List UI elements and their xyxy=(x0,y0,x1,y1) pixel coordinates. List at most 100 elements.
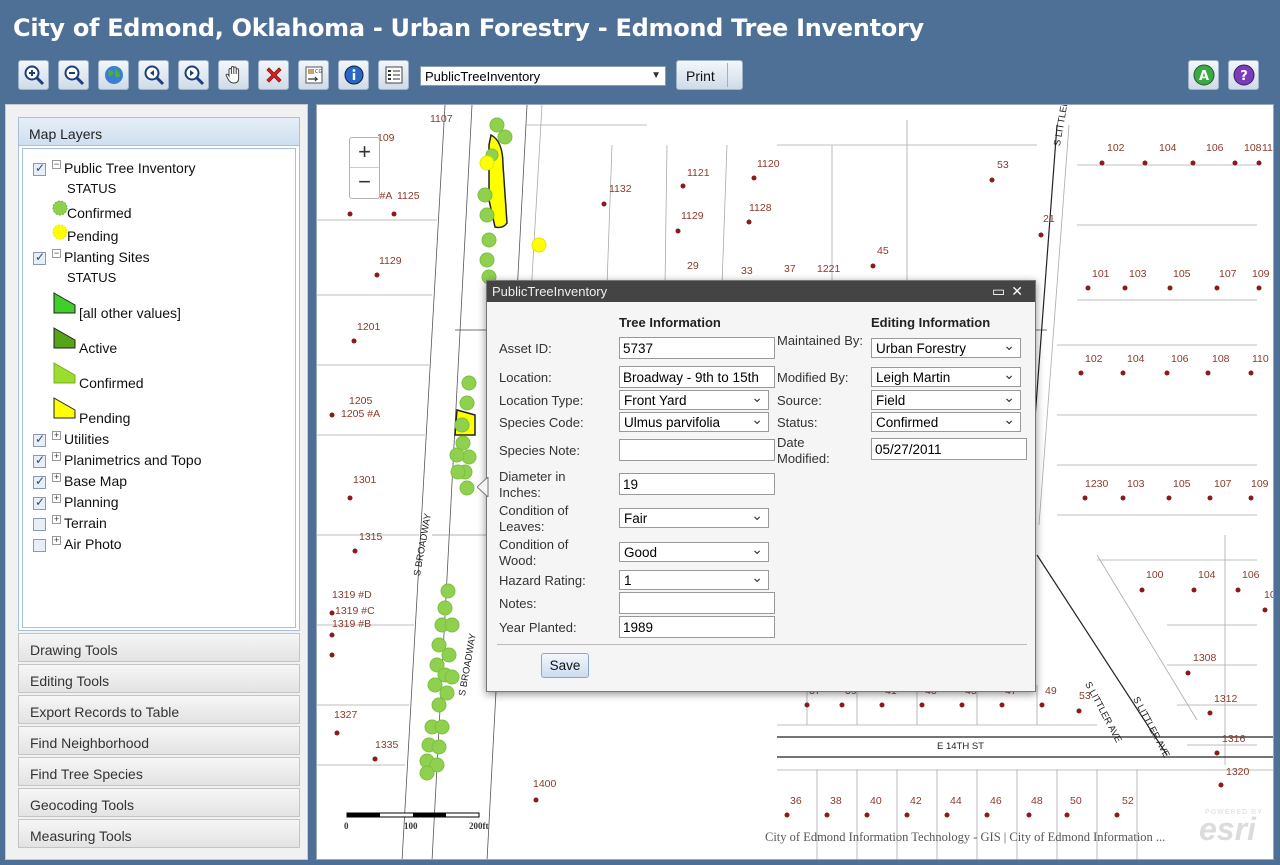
location-type-select[interactable]: Front Yard xyxy=(619,389,769,410)
map-layers-panel: Map Layers − Public Tree Inventory STATU… xyxy=(18,117,300,631)
legend-confirmed-site: Confirmed xyxy=(79,375,144,391)
address-label: 45 xyxy=(877,245,889,257)
full-extent-button[interactable] xyxy=(98,60,129,90)
date-modified-label: Date Modified: xyxy=(777,435,830,466)
address-label: 1205 xyxy=(349,395,373,407)
editing-info-header: Editing Information xyxy=(871,315,991,330)
find-tree-species-section[interactable]: Find Tree Species xyxy=(18,757,300,786)
layer-checkbox-planimetrics[interactable] xyxy=(33,453,46,468)
diameter-label: Diameter in Inches: xyxy=(499,469,566,500)
close-icon[interactable]: ✕ xyxy=(1011,283,1029,299)
address-label: 105 xyxy=(1173,268,1191,280)
expand-toggle[interactable]: + xyxy=(52,452,61,461)
layer-select[interactable]: PublicTreeInventory ▼ xyxy=(420,66,666,86)
scale-label: 100 xyxy=(404,821,418,831)
status-select[interactable]: Confirmed xyxy=(871,411,1021,432)
svg-text:A: A xyxy=(1198,69,1208,84)
address-label: 1129 xyxy=(379,255,402,267)
asset-id-field[interactable]: 5737 xyxy=(619,337,775,359)
species-note-field[interactable] xyxy=(619,439,775,461)
layer-checkbox-planning[interactable] xyxy=(33,495,46,510)
clear-graphics-button[interactable] xyxy=(258,60,289,90)
editing-tools-section[interactable]: Editing Tools xyxy=(18,664,300,693)
address-label: 103 xyxy=(1129,268,1147,280)
address-label: 1129 xyxy=(681,210,704,222)
next-extent-button[interactable] xyxy=(178,60,209,90)
pan-button[interactable] xyxy=(218,60,249,90)
location-field[interactable]: Broadway - 9th to 15th xyxy=(619,366,775,388)
date-modified-field[interactable]: 05/27/2011 xyxy=(871,438,1027,460)
layer-checkbox-public-tree-inventory[interactable] xyxy=(33,161,46,176)
popup-controls[interactable]: ▭✕ xyxy=(992,283,1029,300)
modified-by-label: Modified By: xyxy=(777,370,849,385)
modified-by-select[interactable]: Leigh Martin xyxy=(871,366,1021,387)
legend-button[interactable] xyxy=(378,60,409,90)
print-label: Print xyxy=(686,68,715,84)
layer-checkbox-utilities[interactable] xyxy=(33,432,46,447)
expand-toggle[interactable]: + xyxy=(52,431,61,440)
app-title: City of Edmond, Oklahoma - Urban Forestr… xyxy=(13,14,924,42)
address-label: 1319 #C xyxy=(335,605,375,617)
address-label: 110 xyxy=(1262,142,1273,154)
address-label: 110 xyxy=(1252,353,1269,365)
layer-select-value: PublicTreeInventory xyxy=(425,69,541,84)
site-active-icon xyxy=(53,327,76,349)
address-label: 106 xyxy=(1206,142,1224,154)
previous-extent-button[interactable] xyxy=(138,60,169,90)
measuring-tools-section[interactable]: Measuring Tools xyxy=(18,819,300,848)
zoom-out-button[interactable] xyxy=(58,60,89,90)
layer-utilities: Utilities xyxy=(64,431,110,447)
address-label: 104 xyxy=(1198,569,1216,581)
legend-icon xyxy=(385,66,402,84)
zoom-out-button[interactable]: − xyxy=(350,168,379,198)
address-label: 109 xyxy=(1251,478,1269,490)
address-label: 1132 xyxy=(609,183,632,195)
print-button[interactable]: Print xyxy=(676,60,743,90)
notes-field[interactable] xyxy=(619,592,775,614)
site-pending-icon xyxy=(53,397,76,419)
drawing-tools-section[interactable]: Drawing Tools xyxy=(18,633,300,662)
maximize-icon[interactable]: ▭ xyxy=(992,283,1011,299)
layer-checkbox-base-map[interactable] xyxy=(33,474,46,489)
status-label: STATUS xyxy=(67,181,117,196)
save-button[interactable]: Save xyxy=(541,653,589,678)
species-code-select[interactable]: Ulmus parvifolia xyxy=(619,411,769,432)
address-label: 21 xyxy=(1043,213,1055,225)
diameter-field[interactable]: 19 xyxy=(619,473,775,495)
help-button[interactable]: ? xyxy=(1228,60,1259,90)
find-neighborhood-section[interactable]: Find Neighborhood xyxy=(18,726,300,755)
maintained-by-select[interactable]: Urban Forestry xyxy=(871,337,1021,358)
identify-button[interactable] xyxy=(338,60,369,90)
address-label: 44 xyxy=(950,795,962,807)
layer-checkbox-terrain[interactable] xyxy=(33,518,46,531)
address-label: 29 xyxy=(687,260,699,272)
layer-checkbox-air-photo[interactable] xyxy=(33,539,46,552)
geocoding-tools-section[interactable]: Geocoding Tools xyxy=(18,788,300,817)
collapse-toggle[interactable]: − xyxy=(52,249,61,258)
leaves-select[interactable]: Fair xyxy=(619,507,769,528)
scale-label: 0 xyxy=(344,821,349,831)
layer-checkbox-planting-sites[interactable] xyxy=(33,250,46,265)
address-label: 49 xyxy=(1045,685,1057,697)
scale-label: 200ft xyxy=(469,821,489,831)
map-layers-header[interactable]: Map Layers xyxy=(19,118,299,146)
address-label: 52 xyxy=(1122,795,1134,807)
zoom-out-icon xyxy=(64,65,84,86)
address-label: 1315 xyxy=(359,531,383,543)
zoom-in-button[interactable]: + xyxy=(350,138,379,168)
expand-toggle[interactable]: + xyxy=(52,494,61,503)
export-records-section[interactable]: Export Records to Table xyxy=(18,695,300,724)
coordinate-button[interactable]: CG xyxy=(298,60,329,90)
collapse-toggle[interactable]: − xyxy=(52,160,61,169)
hazard-select[interactable]: 1 xyxy=(619,569,769,590)
zoom-in-button[interactable] xyxy=(18,60,49,90)
wood-select[interactable]: Good xyxy=(619,541,769,562)
source-select[interactable]: Field xyxy=(871,389,1021,410)
address-label: 1201 xyxy=(357,321,381,333)
year-planted-field[interactable]: 1989 xyxy=(619,616,775,638)
expand-toggle[interactable]: + xyxy=(52,473,61,482)
popup-pointer xyxy=(477,477,489,497)
expand-toggle[interactable]: + xyxy=(52,515,61,524)
accessibility-button[interactable]: A xyxy=(1188,60,1219,90)
expand-toggle[interactable]: + xyxy=(52,536,61,545)
